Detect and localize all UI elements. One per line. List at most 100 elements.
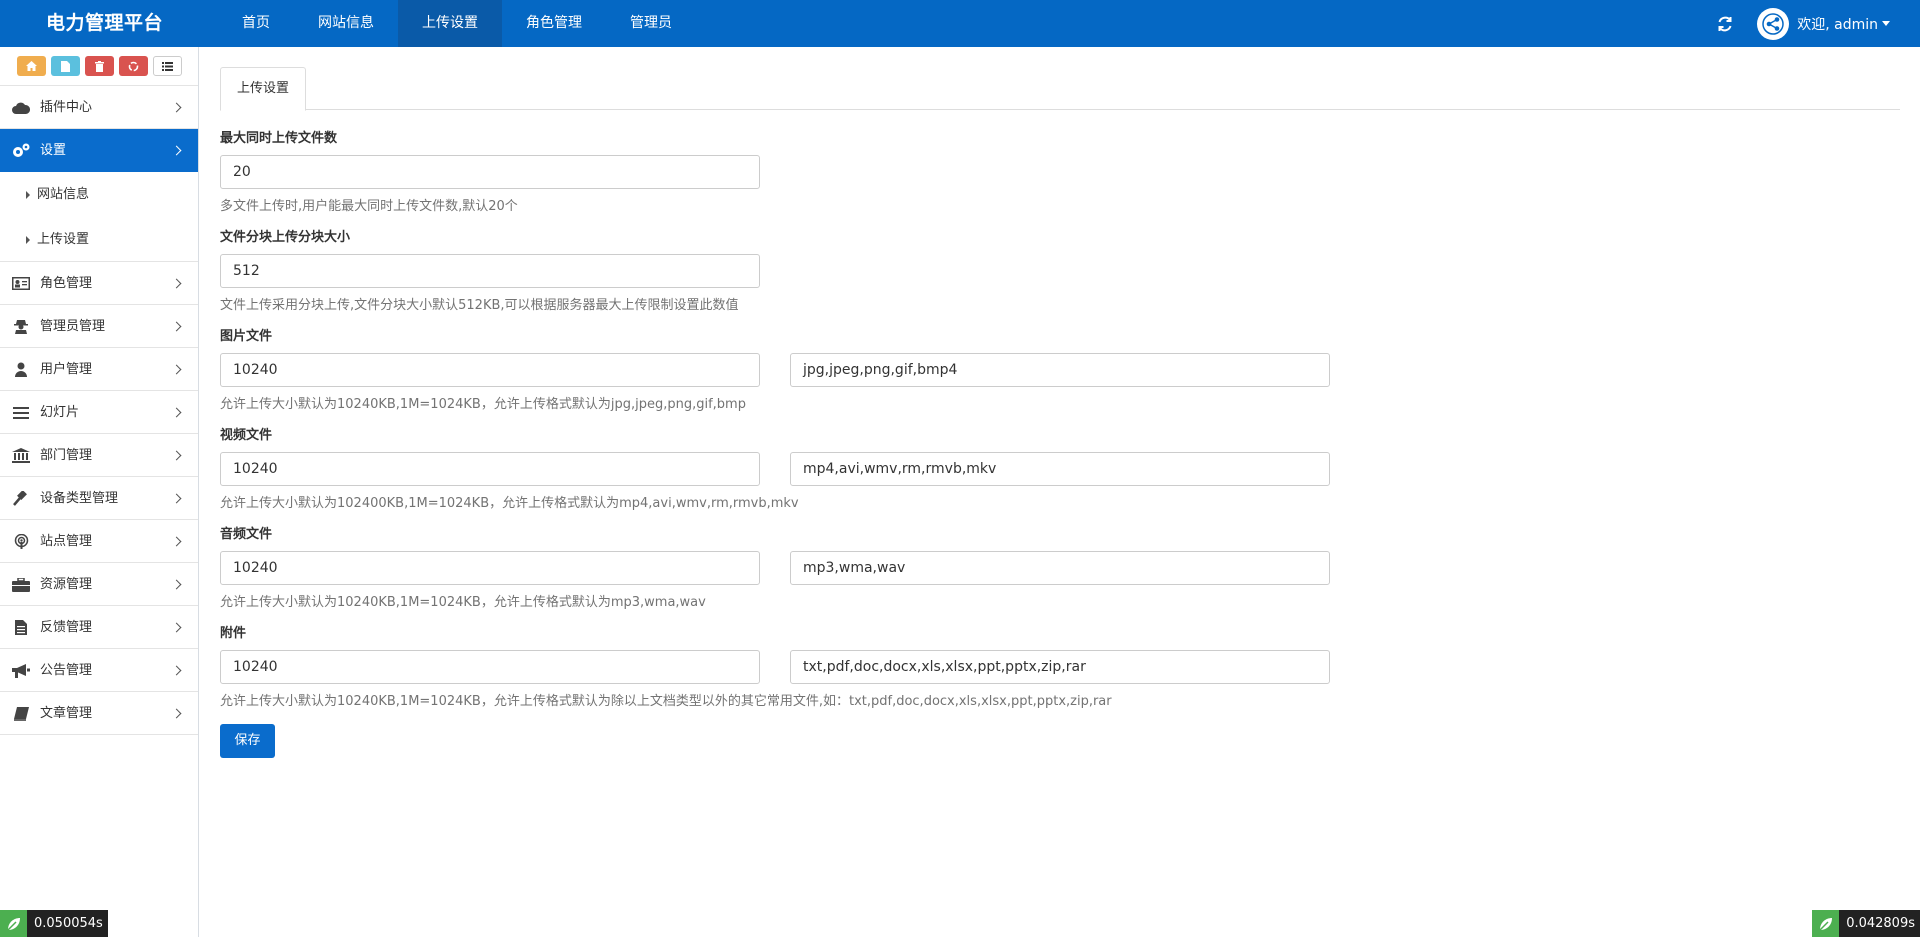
sidebar-subitem-label: 网站信息 [37,187,90,202]
sidebar-item-label: 部门管理 [40,448,93,463]
list-icon [161,61,173,71]
user-icon [12,362,30,377]
leaf-icon [1812,910,1840,937]
audio-help: 允许上传大小默认为10240KB,1M=1024KB，允许上传格式默认为mp3,… [220,595,706,610]
chevron-right-icon [171,493,182,504]
topnav-home[interactable]: 首页 [218,0,294,47]
image-size-input[interactable]: 10240 [220,353,760,387]
sidebar-item-device-types[interactable]: 设备类型管理 [0,477,198,520]
chevron-right-icon [171,450,182,461]
sidebar-item-plugins[interactable]: 插件中心 [0,86,198,129]
chevron-right-icon [171,321,182,332]
top-navbar: 电力管理平台 首页 网站信息 上传设置 角色管理 管理员 欢迎, admin [0,0,1920,47]
max-files-input[interactable]: 20 [220,155,760,189]
sidebar-item-articles[interactable]: 文章管理 [0,692,198,735]
sidebar-item-notices[interactable]: 公告管理 [0,649,198,692]
refresh-icon[interactable] [1717,16,1733,32]
file-text-icon [12,620,30,635]
podcast-icon [12,534,30,549]
topnav-site-info[interactable]: 网站信息 [294,0,398,47]
top-nav: 首页 网站信息 上传设置 角色管理 管理员 [218,0,696,47]
sidebar-item-label: 设备类型管理 [40,491,119,506]
recycle-button[interactable] [118,56,148,76]
image-help: 允许上传大小默认为10240KB,1M=1024KB，允许上传格式默认为jpg,… [220,397,746,412]
sidebar-item-departments[interactable]: 部门管理 [0,434,198,477]
file-icon [60,60,70,72]
chevron-right-icon [171,145,182,156]
caret-right-icon [26,191,30,199]
attachment-ext-input[interactable]: txt,pdf,doc,docx,xls,xlsx,ppt,pptx,zip,r… [790,650,1330,684]
gears-icon [12,143,30,158]
chunk-size-help: 文件上传采用分块上传,文件分块大小默认512KB,可以根据服务器最大上传限制设置… [220,298,739,313]
audio-label: 音频文件 [220,527,273,542]
audio-size-input[interactable]: 10240 [220,551,760,585]
video-ext-input[interactable]: mp4,avi,wmv,rm,rmvb,mkv [790,452,1330,486]
brand-title[interactable]: 电力管理平台 [46,0,163,47]
sidebar-item-roles[interactable]: 角色管理 [0,262,198,305]
attachment-label: 附件 [220,626,247,641]
sidebar-item-label: 站点管理 [40,534,93,549]
chevron-right-icon [171,407,182,418]
cloud-icon [12,100,30,115]
sidebar-item-stations[interactable]: 站点管理 [0,520,198,563]
id-card-icon [12,276,30,291]
sidebar-subitem-upload-settings[interactable]: 上传设置 [0,217,198,262]
sidebar-item-resources[interactable]: 资源管理 [0,563,198,606]
sidebar-item-settings[interactable]: 设置 [0,129,198,172]
trash-icon [94,60,104,72]
chevron-right-icon [171,622,182,633]
sidebar-item-label: 设置 [40,143,67,158]
sidebar-item-users[interactable]: 用户管理 [0,348,198,391]
chevron-right-icon [171,579,182,590]
sidebar-item-label: 管理员管理 [40,319,106,334]
trash-button[interactable] [84,56,114,76]
sidebar-item-label: 文章管理 [40,706,93,721]
chevron-right-icon [171,665,182,676]
max-files-help: 多文件上传时,用户能最大同时上传文件数,默认20个 [220,199,518,214]
tab-upload-settings[interactable]: 上传设置 [220,67,307,111]
sidebar-subitem-site-info[interactable]: 网站信息 [0,172,198,217]
save-button[interactable]: 保存 [220,724,275,758]
sidebar-item-admins[interactable]: 管理员管理 [0,305,198,348]
sidebar-item-label: 反馈管理 [40,620,93,635]
audio-ext-input[interactable]: mp3,wma,wav [790,551,1330,585]
topnav-roles[interactable]: 角色管理 [502,0,606,47]
chevron-right-icon [171,278,182,289]
tab-bar: 上传设置 [220,67,1900,111]
home-button[interactable] [16,56,46,76]
list-button[interactable] [152,56,182,76]
bars-icon [12,405,30,420]
share-nodes-icon [1762,12,1784,35]
sidebar-item-label: 插件中心 [40,100,93,115]
user-greeting[interactable]: 欢迎, admin [1797,14,1878,34]
sidebar: 插件中心 设置 网站信息 上传设置 角色管理 管理员管理 用户管理 幻灯片 部门… [0,47,199,937]
chunk-size-label: 文件分块上传分块大小 [220,230,351,245]
caret-right-icon [26,236,30,244]
avatar[interactable] [1757,7,1790,40]
gavel-icon [12,491,30,506]
sidebar-item-feedback[interactable]: 反馈管理 [0,606,198,649]
image-ext-input[interactable]: jpg,jpeg,png,gif,bmp4 [790,353,1330,387]
recycle-icon [128,61,138,71]
user-area: 欢迎, admin [1717,0,1890,47]
sidebar-item-label: 公告管理 [40,663,93,678]
topnav-admins[interactable]: 管理员 [606,0,696,47]
topnav-upload-settings[interactable]: 上传设置 [398,0,502,47]
chevron-right-icon [171,364,182,375]
chevron-right-icon [171,708,182,719]
quick-buttons [0,47,198,86]
attachment-size-input[interactable]: 10240 [220,650,760,684]
sidebar-item-slides[interactable]: 幻灯片 [0,391,198,434]
caret-down-icon[interactable] [1882,21,1890,26]
briefcase-icon [12,577,30,592]
main-content: 上传设置 最大同时上传文件数 20 多文件上传时,用户能最大同时上传文件数,默认… [220,47,1900,758]
chevron-right-icon [171,536,182,547]
timer-badge-right: 0.042809s [1812,910,1920,937]
file-button[interactable] [50,56,80,76]
bullhorn-icon [12,663,30,678]
chunk-size-input[interactable]: 512 [220,254,760,288]
leaf-icon [0,910,27,937]
video-help: 允许上传大小默认为102400KB,1M=1024KB，允许上传格式默认为mp4… [220,496,799,511]
home-icon [25,61,37,71]
video-size-input[interactable]: 10240 [220,452,760,486]
